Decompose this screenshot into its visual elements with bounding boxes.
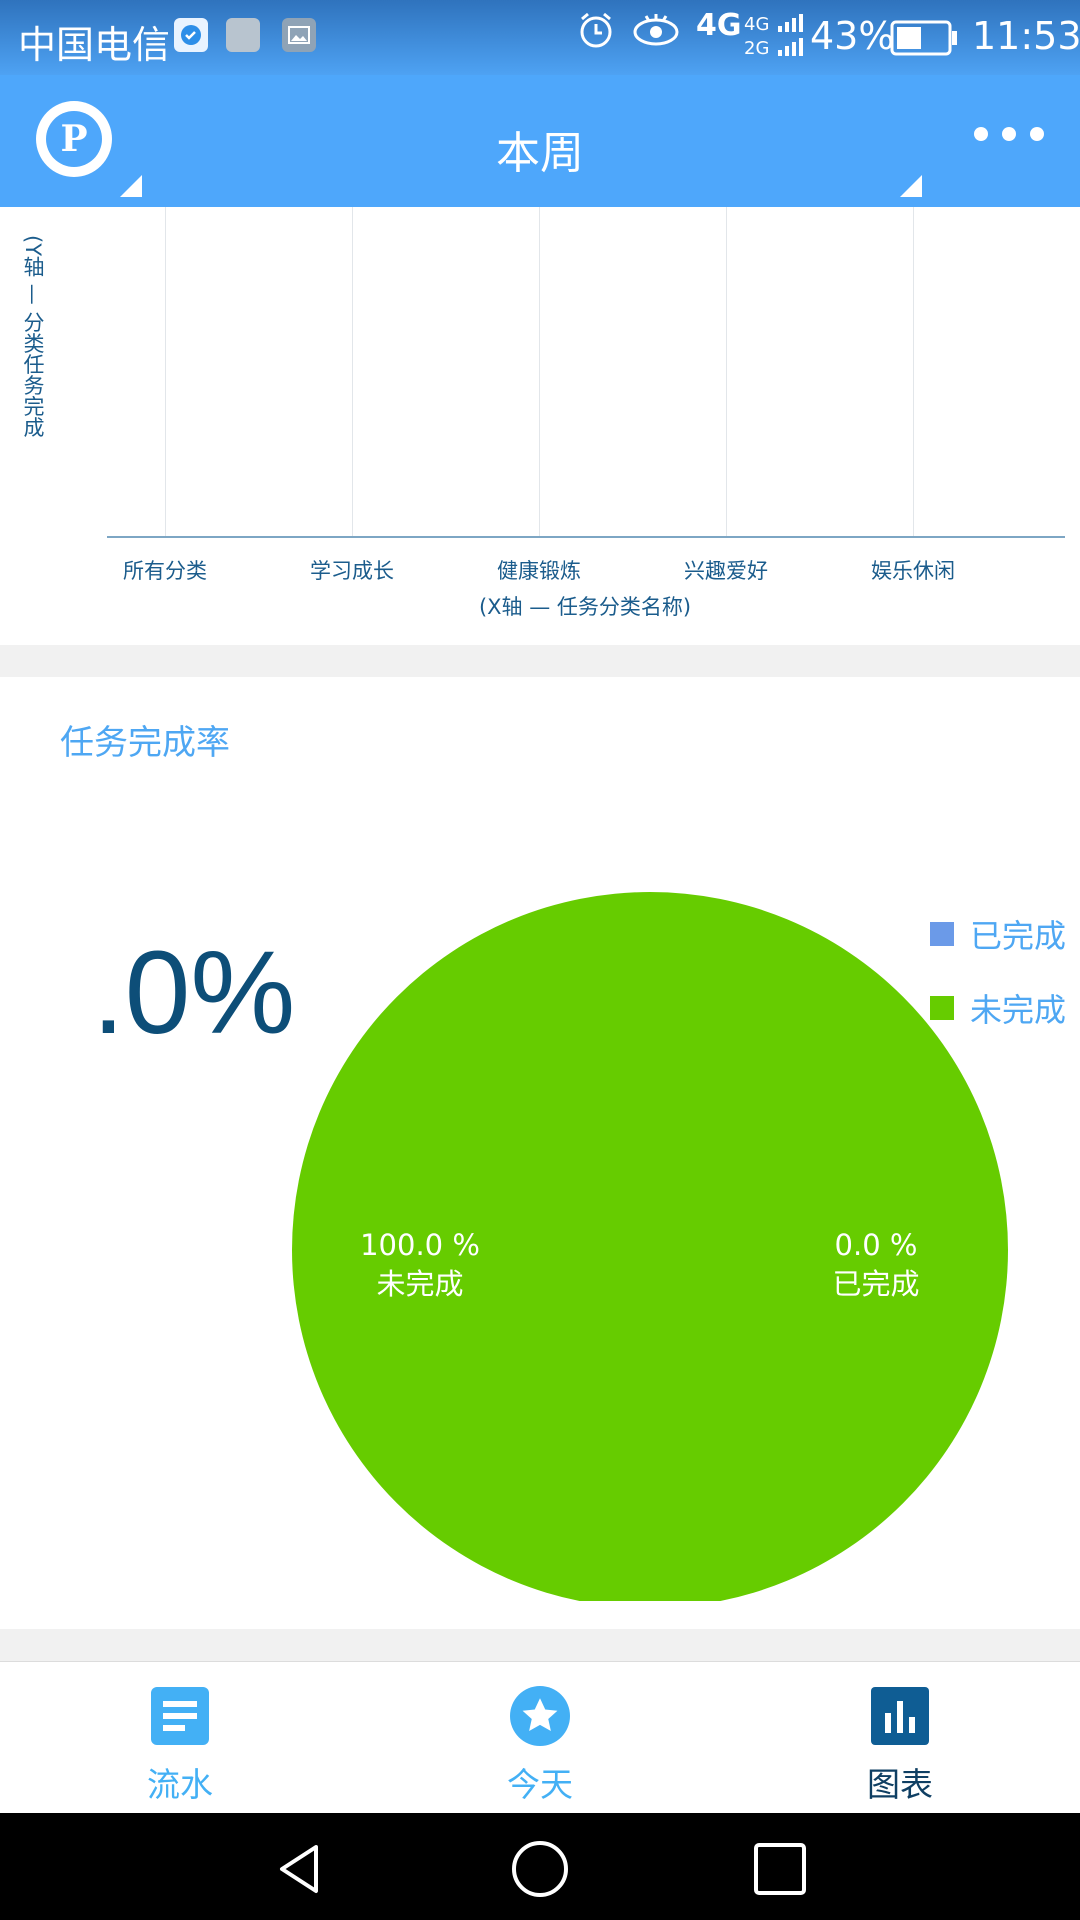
pie-legend: 已完成 未完成 xyxy=(929,911,1066,1059)
x-tick-label: 学习成长 xyxy=(310,559,394,583)
slice-name: 未完成 xyxy=(376,1267,464,1301)
bar-chart-icon xyxy=(870,1686,930,1746)
check-app-icon xyxy=(174,18,208,52)
star-icon xyxy=(510,1686,570,1746)
slice-label-incomplete: 100.0 % 未完成 xyxy=(320,1226,520,1304)
section-divider xyxy=(0,1629,1080,1661)
completion-percent: .0% xyxy=(92,927,296,1059)
eye-comfort-icon xyxy=(632,10,680,59)
slice-value: 0.0 % xyxy=(834,1228,918,1262)
grid-line xyxy=(913,207,914,537)
x-tick-label: 所有分类 xyxy=(123,559,207,583)
battery-percent: 43% xyxy=(810,14,895,58)
slice-name: 已完成 xyxy=(832,1267,920,1301)
slice-value: 100.0 % xyxy=(360,1228,480,1262)
nav-tab-flow[interactable]: 流水 xyxy=(0,1662,360,1814)
grid-line xyxy=(165,207,166,537)
legend-swatch-incomplete xyxy=(929,996,954,1020)
status-bar: 中国电信 4G 4G 2G 43% 11:53 xyxy=(0,0,1080,75)
more-options-icon[interactable] xyxy=(974,127,1044,141)
list-icon xyxy=(150,1686,210,1746)
y-axis-label: (Y轴 — 分类任务完成 xyxy=(21,234,45,437)
legend-swatch-complete xyxy=(929,922,954,946)
home-icon[interactable] xyxy=(510,1839,570,1899)
legend-item-complete[interactable]: 已完成 xyxy=(929,911,1066,957)
battery-icon xyxy=(890,20,958,65)
completion-rate-card: 任务完成率 .0% 已完成 未完成 100.0 % 未完成 0.0 % 已完成 xyxy=(0,677,1080,1629)
x-tick-label: 健康锻炼 xyxy=(497,559,581,583)
x-tick-label: 娱乐休闲 xyxy=(871,559,955,583)
svg-text:2G: 2G xyxy=(744,38,769,59)
alarm-icon xyxy=(576,10,616,59)
system-navigation-bar xyxy=(0,1813,1080,1920)
nav-tab-charts[interactable]: 图表 xyxy=(720,1662,1080,1814)
network-type: 4G xyxy=(696,8,742,43)
pie-chart[interactable] xyxy=(0,677,1080,1601)
app-bar: P 本周 xyxy=(0,75,1080,207)
recents-icon[interactable] xyxy=(750,1839,810,1899)
grid-line xyxy=(352,207,353,537)
clock: 11:53 xyxy=(972,14,1080,58)
nav-tab-today[interactable]: 今天 xyxy=(360,1662,720,1814)
grid-line xyxy=(726,207,727,537)
nav-label: 今天 xyxy=(507,1765,573,1804)
svg-text:4G: 4G xyxy=(744,14,769,35)
gallery-notification-icon xyxy=(226,18,260,52)
carrier-name: 中国电信 xyxy=(18,23,171,67)
section-divider xyxy=(0,645,1080,677)
signal-icon: 4G 2G xyxy=(744,10,806,69)
legend-label: 已完成 xyxy=(969,917,1066,955)
nav-label: 图表 xyxy=(867,1765,933,1804)
grid-line xyxy=(539,207,540,537)
legend-label: 未完成 xyxy=(969,991,1066,1029)
slice-label-complete: 0.0 % 已完成 xyxy=(776,1226,976,1304)
legend-item-incomplete[interactable]: 未完成 xyxy=(929,985,1066,1031)
x-tick-label: 兴趣爱好 xyxy=(684,559,768,583)
nav-label: 流水 xyxy=(147,1765,213,1804)
category-chart: (Y轴 — 分类任务完成 所有分类 学习成长 健康锻炼 兴趣爱好 娱乐休闲 (X… xyxy=(0,207,1080,645)
completion-card-title: 任务完成率 xyxy=(60,723,230,763)
back-icon[interactable] xyxy=(270,1839,330,1899)
menu-corner-indicator-right xyxy=(900,175,922,197)
bottom-navigation: 流水 今天 图表 xyxy=(0,1661,1080,1813)
period-title[interactable]: 本周 xyxy=(0,117,1080,181)
x-axis-title: (X轴 — 任务分类名称) xyxy=(478,595,692,619)
image-notification-icon xyxy=(282,18,316,52)
x-axis-line xyxy=(107,536,1065,538)
